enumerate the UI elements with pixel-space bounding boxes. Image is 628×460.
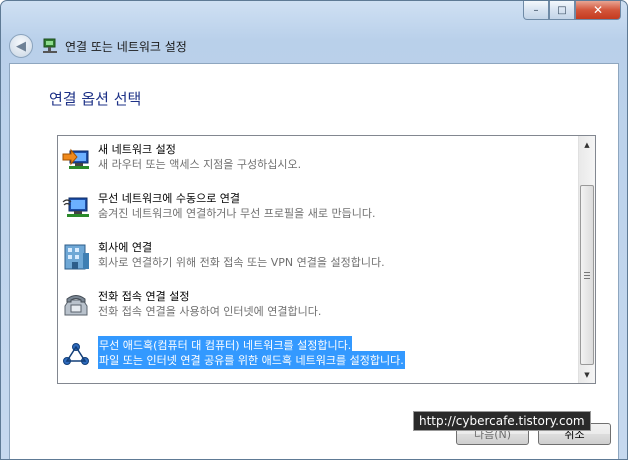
workplace-building-icon — [64, 244, 89, 270]
adhoc-network-icon — [63, 343, 89, 365]
content-area: 연결 옵션 선택 새 네트워크 설정 새 라우터 또는 액세스 지점을 구성하십… — [9, 63, 619, 459]
caption-buttons: – □ ✕ — [523, 1, 621, 20]
dialog-window: – □ ✕ ◀ 연결 또는 네트워크 설정 연결 옵션 선택 새 네트워크 설정… — [0, 0, 628, 460]
list-item[interactable]: 회사에 연결 회사로 연결하기 위해 전화 접속 또는 VPN 연결을 설정합니… — [58, 235, 579, 281]
list-item[interactable]: 새 네트워크 설정 새 라우터 또는 액세스 지점을 구성하십시오. — [58, 137, 579, 183]
option-description: 새 라우터 또는 액세스 지점을 구성하십시오. — [98, 158, 302, 171]
scrollbar-thumb[interactable] — [580, 185, 594, 365]
list-item[interactable]: 무선 네트워크에 수동으로 연결 숨겨진 네트워크에 연결하거나 무선 프로필을… — [58, 186, 579, 232]
option-title: 새 네트워크 설정 — [98, 143, 176, 156]
page-heading: 연결 옵션 선택 — [49, 90, 142, 108]
maximize-button[interactable]: □ — [549, 1, 575, 20]
connection-options-list[interactable]: 새 네트워크 설정 새 라우터 또는 액세스 지점을 구성하십시오. 무선 네트… — [57, 135, 596, 384]
option-description: 전화 접속 연결을 사용하여 인터넷에 연결합니다. — [98, 305, 322, 318]
close-button[interactable]: ✕ — [575, 1, 621, 20]
new-network-icon — [62, 148, 89, 169]
list-item[interactable]: 무선 애드혹(컴퓨터 대 컴퓨터) 네트워크를 설정합니다. 파일 또는 인터넷… — [58, 333, 579, 379]
navigation-bar: ◀ 연결 또는 네트워크 설정 — [9, 31, 187, 61]
list-item[interactable]: 전화 접속 연결 설정 전화 접속 연결을 사용하여 인터넷에 연결합니다. — [58, 284, 579, 330]
option-title: 전화 접속 연결 설정 — [98, 290, 190, 303]
wireless-network-icon — [62, 197, 89, 217]
option-description: 파일 또는 인터넷 연결 공유를 위한 애드혹 네트워크를 설정합니다. — [98, 351, 405, 369]
window-title: 연결 또는 네트워크 설정 — [65, 39, 187, 54]
option-title: 무선 네트워크에 수동으로 연결 — [98, 192, 241, 205]
option-description: 숨겨진 네트워크에 연결하거나 무선 프로필을 새로 만듭니다. — [98, 207, 376, 220]
watermark-text: http://cybercafe.tistory.com — [413, 411, 591, 431]
minimize-button[interactable]: – — [523, 1, 549, 20]
grip-icon — [584, 271, 590, 279]
option-title: 회사에 연결 — [98, 241, 153, 254]
dialup-phone-icon — [64, 295, 88, 316]
back-button[interactable]: ◀ — [9, 34, 33, 58]
network-setup-icon — [43, 38, 57, 53]
vertical-scrollbar[interactable]: ▲ ▼ — [578, 136, 595, 383]
scroll-up-arrow-icon[interactable]: ▲ — [579, 136, 595, 153]
scroll-down-arrow-icon[interactable]: ▼ — [579, 366, 595, 383]
back-arrow-icon: ◀ — [16, 38, 26, 54]
option-description: 회사로 연결하기 위해 전화 접속 또는 VPN 연결을 설정합니다. — [98, 256, 385, 269]
